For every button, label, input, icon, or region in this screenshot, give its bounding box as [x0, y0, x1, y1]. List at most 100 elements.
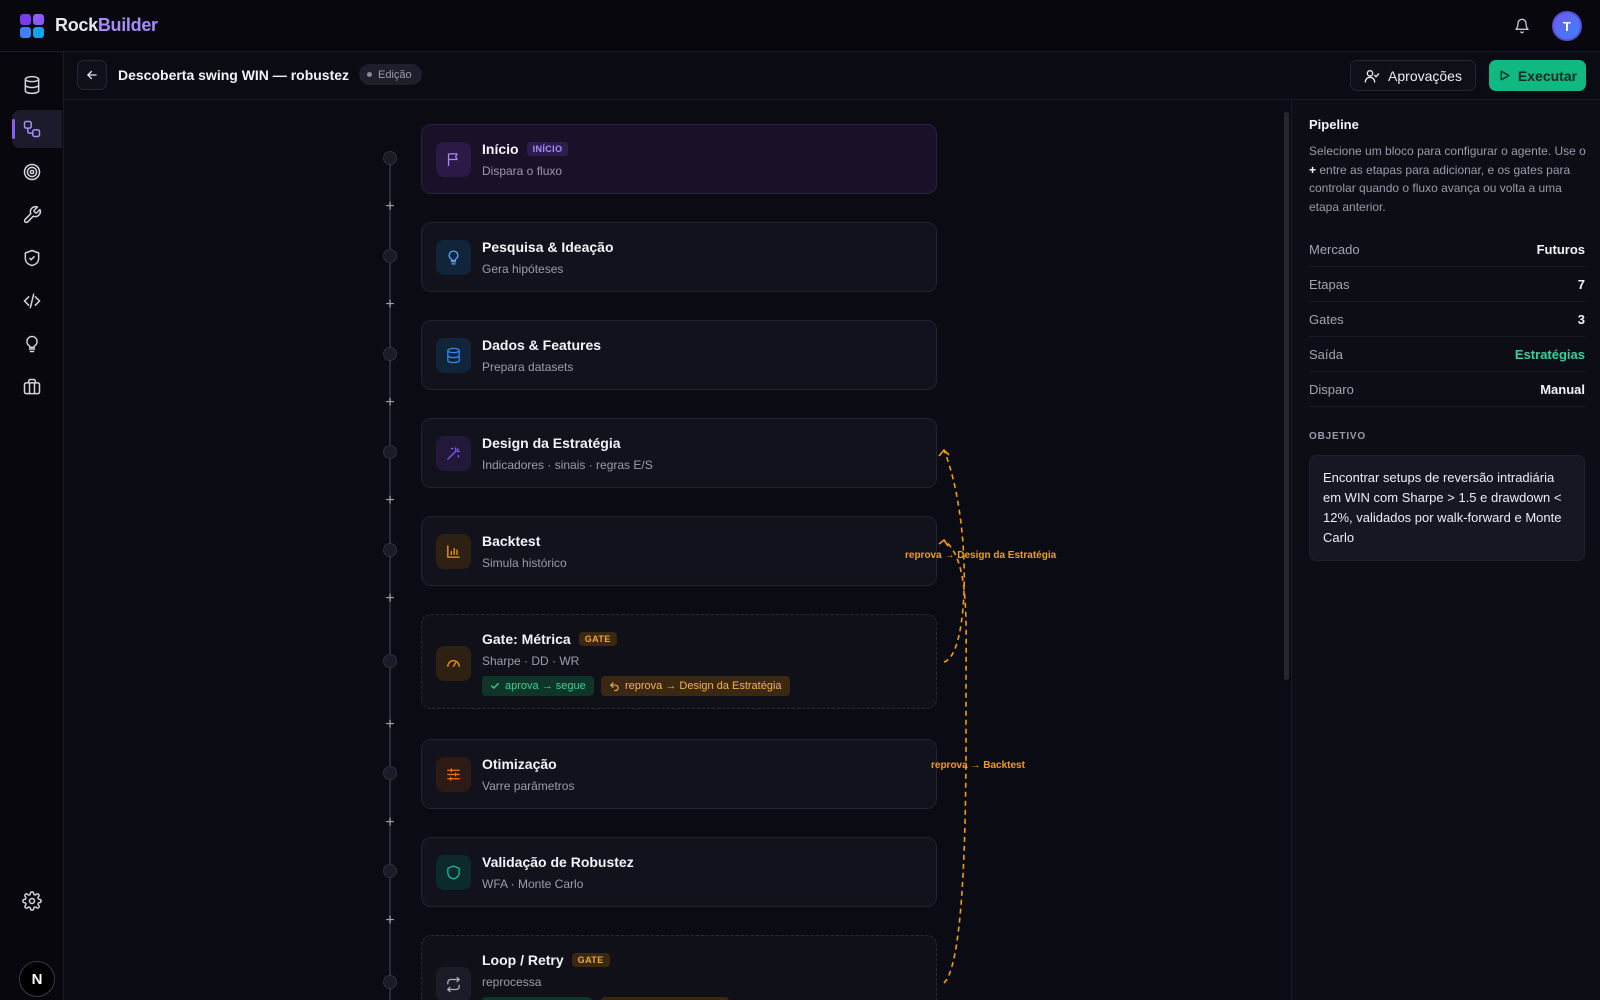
page-header: Descoberta swing WIN — robustez Edição A… — [64, 52, 1600, 100]
block-strategy-design[interactable]: Design da Estratégia Indicadores · sinai… — [421, 418, 937, 488]
gear-icon — [22, 891, 42, 911]
loop-arrows — [938, 448, 968, 984]
gauge-icon — [436, 646, 471, 681]
user-check-icon — [1364, 69, 1380, 83]
start-tag: INÍCIO — [526, 142, 569, 156]
database-icon — [24, 75, 40, 95]
sidebar-item-portfolio[interactable] — [12, 368, 62, 406]
sidebar-item-settings[interactable] — [12, 882, 62, 920]
block-robustness[interactable]: Validação de Robustez WFA · Monte Carlo — [421, 837, 937, 907]
block-subtitle: Indicadores · sinais · regras E/S — [482, 458, 653, 472]
add-step-button[interactable]: + — [383, 297, 397, 313]
reject-chip[interactable]: reprova → Design da Estratégia — [601, 676, 790, 696]
flow-node — [383, 864, 397, 878]
block-research[interactable]: Pesquisa & Ideação Gera hipóteses — [421, 222, 937, 292]
bell-icon[interactable] — [1506, 10, 1538, 42]
target-icon — [23, 163, 41, 181]
sidebar-item-security[interactable] — [12, 239, 62, 277]
block-title: Dados & Features — [482, 337, 602, 353]
magic-wand-icon — [436, 436, 471, 471]
sidebar-item-data[interactable] — [12, 66, 62, 104]
sidebar-item-pipelines[interactable] — [12, 110, 62, 148]
database-icon — [436, 338, 471, 373]
block-backtest[interactable]: Backtest Simula histórico — [421, 516, 937, 586]
workflow-icon — [23, 120, 41, 138]
play-icon — [1500, 70, 1510, 81]
block-subtitle: Gera hipóteses — [482, 262, 564, 276]
flow-node — [383, 347, 397, 361]
gate-tag: GATE — [571, 953, 610, 967]
approve-chip[interactable]: aprova → segue — [482, 676, 594, 696]
block-start[interactable]: Início INÍCIO Dispara o fluxo — [421, 124, 937, 194]
block-subtitle: Dispara o fluxo — [482, 164, 563, 178]
block-loop-retry[interactable]: Loop / Retry GATE reprocessa — [421, 935, 937, 1000]
flow-node — [383, 445, 397, 459]
sidebar-item-tools[interactable] — [12, 196, 62, 234]
check-icon — [491, 682, 499, 689]
flag-icon — [436, 142, 471, 177]
wrench-icon — [23, 205, 42, 224]
flow-node — [383, 975, 397, 989]
user-avatar[interactable]: T — [1552, 11, 1582, 41]
objective-text[interactable]: Encontrar setups de reversão intradiária… — [1309, 455, 1585, 561]
top-bar: RockBuilder T — [0, 0, 1600, 52]
shield-icon — [436, 855, 471, 890]
workspace-avatar[interactable]: N — [19, 961, 55, 997]
stat-output: Saída Estratégias — [1309, 337, 1585, 372]
sidebar-item-targets[interactable] — [12, 153, 62, 191]
undo-icon — [610, 681, 619, 691]
lightbulb-icon — [436, 240, 471, 275]
gate-tag: GATE — [578, 632, 617, 646]
stat-trigger: Disparo Manual — [1309, 372, 1585, 407]
approvals-button[interactable]: Aprovações — [1350, 60, 1476, 91]
block-title: Gate: Métrica GATE — [482, 631, 617, 647]
sidebar-item-code[interactable] — [12, 282, 62, 320]
block-subtitle: Prepara datasets — [482, 360, 574, 374]
canvas-scrollbar[interactable] — [1284, 112, 1289, 680]
loop-label-metric: reprova → Design da Estratégia — [905, 550, 1057, 561]
block-optimization[interactable]: Otimização Varre parâmetros — [421, 739, 937, 809]
panel-title: Pipeline — [1309, 117, 1359, 132]
code-icon — [23, 293, 41, 309]
block-title: Otimização — [482, 756, 557, 772]
flow-node — [383, 654, 397, 668]
repeat-icon — [436, 967, 471, 1000]
add-step-button[interactable]: + — [383, 395, 397, 411]
lightbulb-icon — [26, 335, 38, 353]
block-title: Backtest — [482, 533, 541, 549]
block-title: Início INÍCIO — [482, 141, 569, 157]
pipeline-panel: Pipeline Selecione um bloco para configu… — [1291, 100, 1600, 1000]
add-step-button[interactable]: + — [383, 717, 397, 733]
loop-label-retry: reprova → Backtest — [931, 760, 1025, 771]
page-title: Descoberta swing WIN — robustez — [118, 67, 350, 83]
block-data-features[interactable]: Dados & Features Prepara datasets — [421, 320, 937, 390]
status-badge: Edição — [359, 64, 422, 85]
add-step-button[interactable]: + — [383, 913, 397, 929]
add-step-button[interactable]: + — [383, 591, 397, 607]
stat-steps: Etapas 7 — [1309, 267, 1585, 302]
add-step-button[interactable]: + — [383, 493, 397, 509]
flow-node — [383, 151, 397, 165]
logo[interactable]: RockBuilder — [20, 13, 158, 38]
block-subtitle: Varre parâmetros — [482, 779, 575, 793]
sliders-icon — [436, 757, 471, 792]
shield-check-icon — [24, 249, 40, 267]
stat-gates: Gates 3 — [1309, 302, 1585, 337]
stat-market: Mercado Futuros — [1309, 232, 1585, 267]
add-step-button[interactable]: + — [383, 815, 397, 831]
sidebar-item-ideas[interactable] — [12, 325, 62, 363]
flow-node — [383, 543, 397, 557]
back-button[interactable] — [77, 60, 107, 90]
block-title: Design da Estratégia — [482, 435, 621, 451]
briefcase-icon — [23, 378, 41, 395]
add-step-button[interactable]: + — [383, 199, 397, 215]
block-title: Validação de Robustez — [482, 854, 634, 870]
block-subtitle: WFA · Monte Carlo — [482, 877, 584, 891]
arrow-left-icon — [87, 70, 97, 80]
block-gate-metric[interactable]: Gate: Métrica GATE Sharpe · DD · WR aprov… — [421, 614, 937, 709]
execute-button[interactable]: Executar — [1489, 60, 1586, 91]
flow-node — [383, 249, 397, 263]
objective-label: OBJETIVO — [1309, 431, 1366, 442]
bar-chart-icon — [436, 534, 471, 569]
flow-node — [383, 766, 397, 780]
